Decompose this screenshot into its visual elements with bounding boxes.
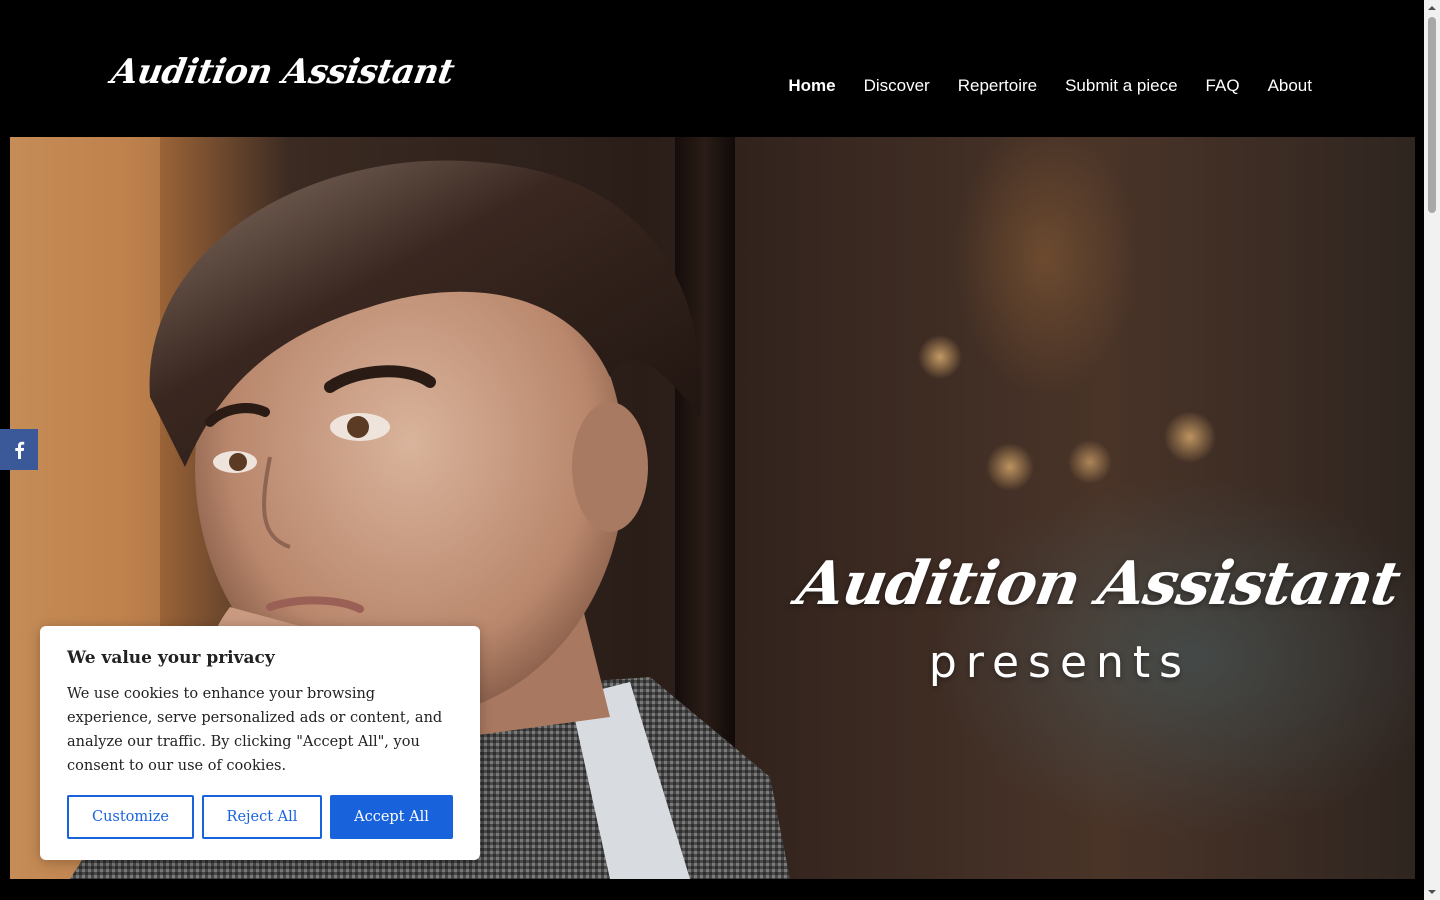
customize-button[interactable]: Customize bbox=[67, 795, 194, 839]
reject-all-button[interactable]: Reject All bbox=[202, 795, 322, 839]
scroll-down-arrow-icon[interactable] bbox=[1424, 884, 1440, 900]
hero-subtitle: presents bbox=[928, 637, 1192, 688]
nav-item-repertoire[interactable]: Repertoire bbox=[958, 74, 1037, 98]
nav-item-home[interactable]: Home bbox=[788, 74, 835, 98]
scroll-up-arrow-icon[interactable] bbox=[1424, 0, 1440, 16]
accept-all-button[interactable]: Accept All bbox=[330, 795, 453, 839]
site-header: Audition Assistant Home Discover Reperto… bbox=[0, 0, 1424, 137]
cookie-consent-banner: We value your privacy We use cookies to … bbox=[40, 626, 480, 860]
facebook-icon bbox=[15, 441, 25, 459]
nav-item-submit-a-piece[interactable]: Submit a piece bbox=[1065, 74, 1177, 98]
site-logo[interactable]: Audition Assistant bbox=[108, 52, 457, 92]
page-scrollbar[interactable] bbox=[1424, 0, 1440, 900]
facebook-share-button[interactable] bbox=[0, 429, 38, 470]
cookie-banner-title: We value your privacy bbox=[67, 648, 275, 668]
cookie-banner-text: We use cookies to enhance your browsing … bbox=[67, 686, 443, 774]
page: Audition Assistant Home Discover Reperto… bbox=[0, 0, 1440, 900]
main-nav: Home Discover Repertoire Submit a piece … bbox=[788, 74, 1312, 98]
nav-item-discover[interactable]: Discover bbox=[864, 74, 930, 98]
scrollbar-thumb[interactable] bbox=[1428, 17, 1436, 213]
hero-title: Audition Assistant bbox=[791, 549, 1405, 619]
nav-item-faq[interactable]: FAQ bbox=[1206, 74, 1240, 98]
nav-item-about[interactable]: About bbox=[1268, 74, 1312, 98]
cookie-banner-actions: Customize Reject All Accept All bbox=[67, 795, 453, 839]
